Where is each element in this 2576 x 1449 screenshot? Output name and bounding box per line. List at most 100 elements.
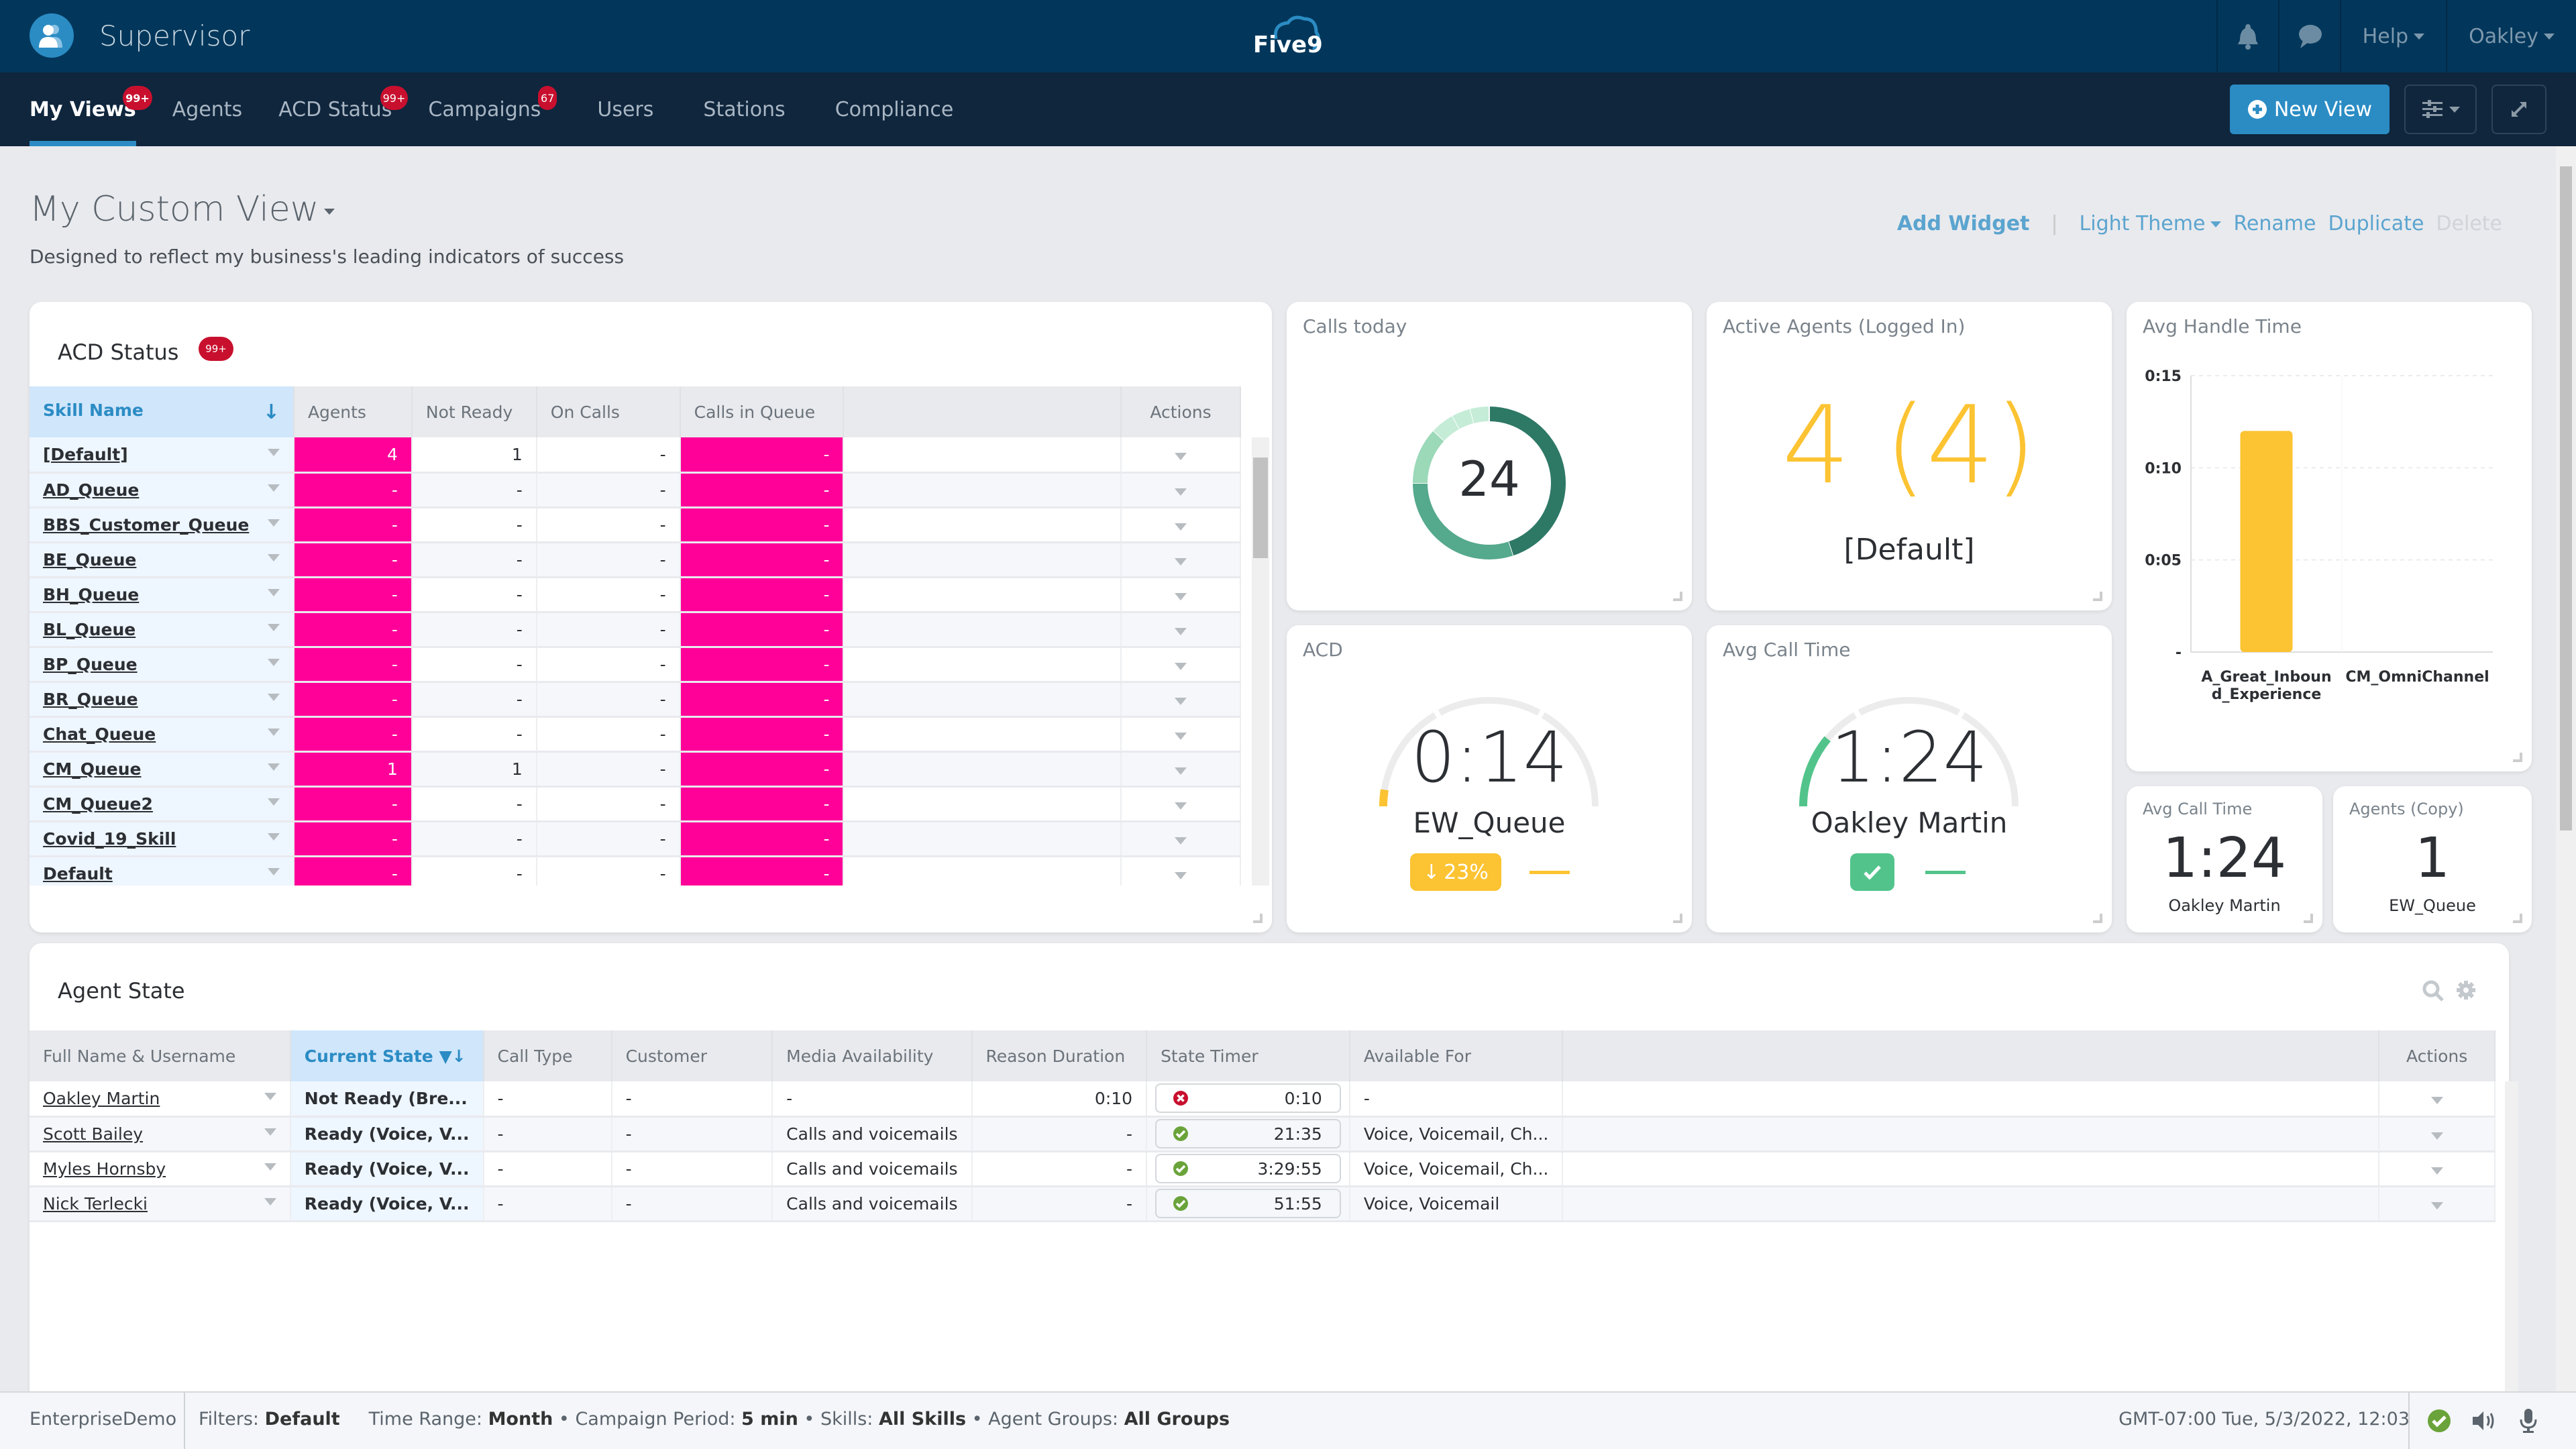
add-widget-link[interactable]: Add Widget (1897, 212, 2030, 235)
actions-caret-icon[interactable] (1175, 592, 1187, 600)
agent-name-cell[interactable]: Myles Hornsby (30, 1151, 291, 1187)
column-header-full-name[interactable]: Full Name & Username (30, 1030, 291, 1081)
actions-caret-icon[interactable] (1175, 557, 1187, 566)
skill-name-cell[interactable]: [Default] (30, 437, 294, 474)
page-title[interactable]: My Custom View (30, 189, 335, 229)
skill-link[interactable]: CM_Queue2 (43, 794, 153, 814)
skill-link[interactable]: Chat_Queue (43, 724, 156, 744)
scrollbar-thumb[interactable] (2560, 166, 2572, 830)
agent-name-cell[interactable]: Nick Terlecki (30, 1186, 291, 1222)
skill-link[interactable]: BL_Queue (43, 620, 136, 639)
row-menu-caret-icon[interactable] (267, 519, 280, 527)
tab-my-views[interactable]: My Views 99+ (30, 72, 152, 146)
tab-stations[interactable]: Stations (703, 72, 785, 146)
actions-cell[interactable] (1121, 542, 1241, 578)
column-header-not-ready[interactable]: Not Ready (411, 386, 537, 437)
resize-handle[interactable] (1673, 914, 1682, 923)
user-menu[interactable]: Oakley (2446, 0, 2576, 72)
skill-link[interactable]: BBS_Customer_Queue (43, 515, 249, 535)
actions-cell[interactable] (2379, 1186, 2496, 1222)
skill-link[interactable]: BP_Queue (43, 655, 138, 674)
theme-dropdown[interactable]: Light Theme (2080, 212, 2222, 235)
actions-caret-icon[interactable] (1175, 837, 1187, 845)
actions-cell[interactable] (2379, 1116, 2496, 1152)
fullscreen-button[interactable] (2491, 85, 2546, 134)
row-menu-caret-icon[interactable] (267, 448, 280, 456)
actions-caret-icon[interactable] (2430, 1132, 2443, 1140)
actions-caret-icon[interactable] (1175, 488, 1187, 496)
connection-ok-icon[interactable] (2427, 1409, 2451, 1433)
skill-name-cell[interactable]: CM_Queue (30, 751, 294, 788)
row-menu-caret-icon[interactable] (264, 1128, 276, 1136)
column-header-skill-name[interactable]: Skill Name ↓ (30, 386, 294, 437)
actions-cell[interactable] (1121, 612, 1241, 648)
actions-cell[interactable] (1121, 577, 1241, 613)
skill-link[interactable]: Covid_19_Skill (43, 829, 176, 849)
agent-link[interactable]: Oakley Martin (43, 1089, 160, 1108)
chat-button[interactable] (2277, 0, 2340, 72)
column-header-reason-duration[interactable]: Reason Duration (971, 1030, 1148, 1081)
skill-name-cell[interactable]: Covid_19_Skill (30, 821, 294, 857)
agent-link[interactable]: Scott Bailey (43, 1124, 143, 1144)
agent-link[interactable]: Myles Hornsby (43, 1159, 166, 1179)
resize-handle[interactable] (1673, 592, 1682, 601)
skill-name-cell[interactable]: BBS_Customer_Queue (30, 507, 294, 543)
resize-handle[interactable] (1253, 914, 1263, 923)
speaker-volume-icon[interactable] (2471, 1409, 2498, 1432)
resize-handle[interactable] (2513, 914, 2522, 923)
actions-caret-icon[interactable] (1175, 767, 1187, 775)
skill-name-cell[interactable]: BR_Queue (30, 682, 294, 718)
tab-users[interactable]: Users (597, 72, 653, 146)
skill-link[interactable]: BE_Queue (43, 550, 136, 570)
scrollbar-thumb[interactable] (1253, 458, 1268, 558)
acd-table-scrollbar[interactable] (1252, 437, 1269, 885)
actions-cell[interactable] (1121, 716, 1241, 753)
row-menu-caret-icon[interactable] (267, 693, 280, 701)
row-menu-caret-icon[interactable] (264, 1163, 276, 1171)
row-menu-caret-icon[interactable] (267, 728, 280, 736)
row-menu-caret-icon[interactable] (267, 484, 280, 492)
actions-cell[interactable] (1121, 786, 1241, 822)
actions-caret-icon[interactable] (2430, 1201, 2443, 1210)
microphone-icon[interactable] (2518, 1407, 2538, 1434)
actions-cell[interactable] (1121, 472, 1241, 508)
actions-cell[interactable] (1121, 682, 1241, 718)
actions-caret-icon[interactable] (2430, 1167, 2443, 1175)
skill-name-cell[interactable]: Default (30, 856, 294, 885)
actions-cell[interactable] (2379, 1151, 2496, 1187)
column-header-agents[interactable]: Agents (293, 386, 413, 437)
agent-name-cell[interactable]: Oakley Martin (30, 1081, 291, 1118)
skill-name-cell[interactable]: BL_Queue (30, 612, 294, 648)
row-menu-caret-icon[interactable] (267, 588, 280, 596)
actions-cell[interactable] (1121, 856, 1241, 885)
gear-icon[interactable] (2455, 979, 2477, 1001)
actions-caret-icon[interactable] (1175, 627, 1187, 635)
search-icon[interactable] (2422, 979, 2445, 1002)
actions-cell[interactable] (1121, 437, 1241, 474)
skill-link[interactable]: [Default] (43, 445, 128, 464)
resize-handle[interactable] (2093, 592, 2102, 601)
skill-name-cell[interactable]: BH_Queue (30, 577, 294, 613)
column-header-on-calls[interactable]: On Calls (536, 386, 681, 437)
actions-caret-icon[interactable] (1175, 697, 1187, 705)
duplicate-link[interactable]: Duplicate (2328, 212, 2424, 235)
actions-caret-icon[interactable] (1175, 662, 1187, 670)
row-menu-caret-icon[interactable] (264, 1197, 276, 1205)
column-header-calls-in-queue[interactable]: Calls in Queue (680, 386, 845, 437)
column-header-media-availability[interactable]: Media Availability (772, 1030, 973, 1081)
tab-acd-status[interactable]: ACD Status 99+ (278, 72, 409, 146)
resize-handle[interactable] (2304, 914, 2313, 923)
resize-handle[interactable] (2093, 914, 2102, 923)
notifications-button[interactable] (2216, 0, 2278, 72)
actions-cell[interactable] (2379, 1081, 2496, 1118)
filters-summary[interactable]: Filters: Default Time Range: Month • Cam… (199, 1409, 1230, 1430)
actions-cell[interactable] (1121, 507, 1241, 543)
actions-caret-icon[interactable] (1175, 523, 1187, 531)
skill-name-cell[interactable]: CM_Queue2 (30, 786, 294, 822)
column-header-customer[interactable]: Customer (611, 1030, 773, 1081)
row-menu-caret-icon[interactable] (267, 658, 280, 666)
row-menu-caret-icon[interactable] (267, 553, 280, 561)
skill-name-cell[interactable]: BE_Queue (30, 542, 294, 578)
skill-name-cell[interactable]: BP_Queue (30, 647, 294, 683)
skill-link[interactable]: AD_Queue (43, 480, 139, 500)
